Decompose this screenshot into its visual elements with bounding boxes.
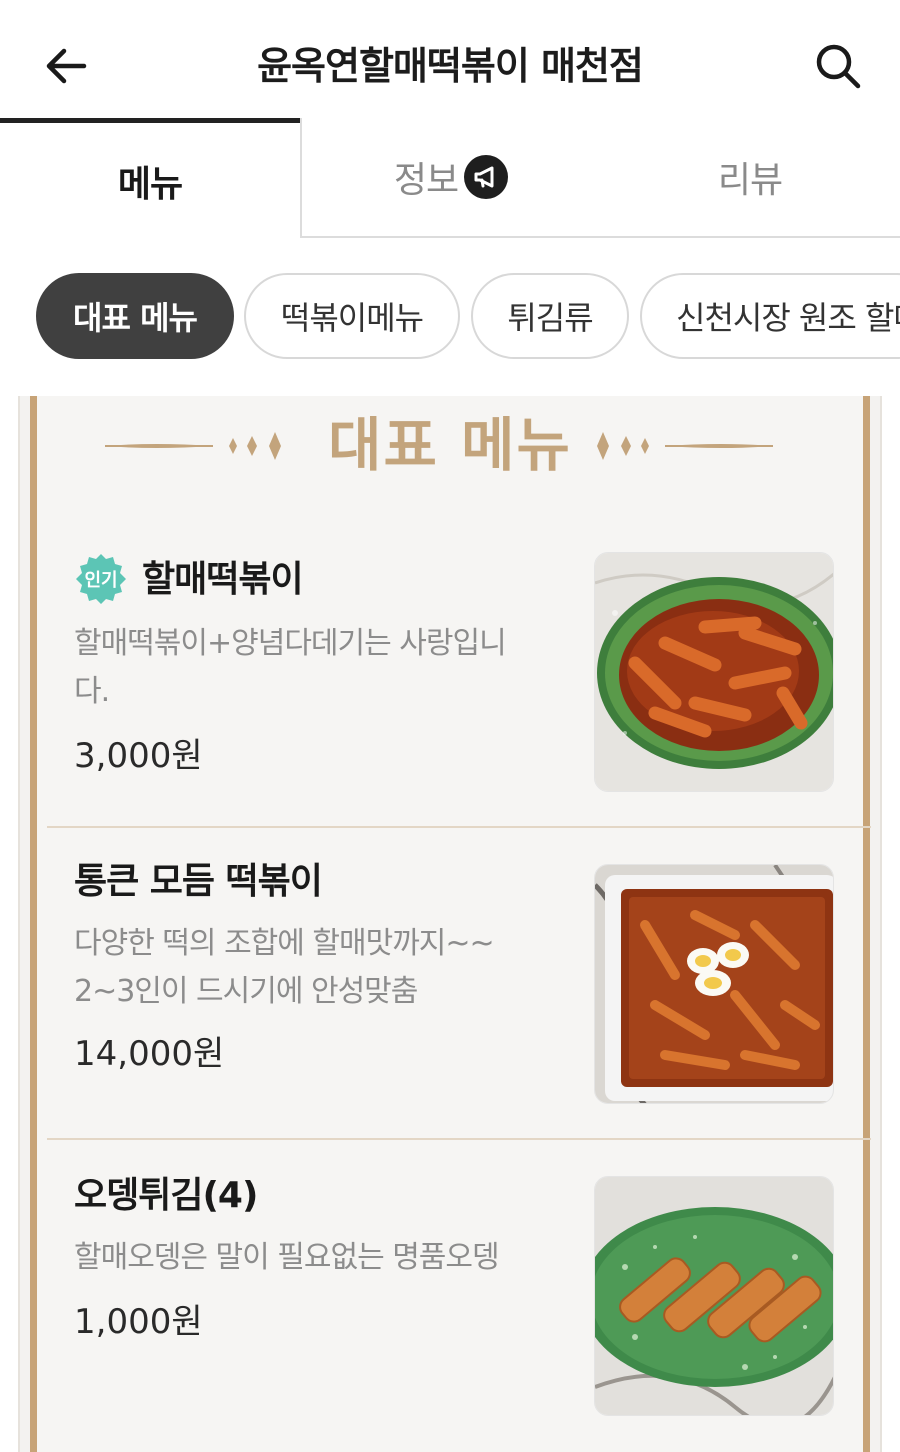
chip-label: 튀김류 — [507, 299, 593, 337]
tab-review[interactable]: 리뷰 — [600, 118, 900, 238]
page-title: 윤옥연할매떡볶이 매천점 — [257, 44, 644, 88]
section-header: 대표 메뉴 — [37, 404, 863, 484]
menu-item-halmae-tteokbokki[interactable]: 인기 할매떡볶이 할매떡볶이+양념다데기는 사랑입니 다. 3,000원 — [47, 546, 871, 826]
chip-label: 떡볶이메뉴 — [280, 299, 424, 337]
item-name: 통큰 모듬 떡볶이 — [74, 861, 323, 902]
tab-info[interactable]: 정보 — [300, 118, 600, 238]
tab-menu[interactable]: 메뉴 — [0, 118, 300, 238]
chip-tteokbokki-menu[interactable]: 떡볶이메뉴 — [244, 273, 460, 359]
item-description: 할매오뎅은 말이 필요없는 명품오뎅 — [74, 1234, 544, 1282]
menu-item-tongkeun-tteokbokki[interactable]: 통큰 모듬 떡볶이 다양한 떡의 조합에 할매맛까지~~ 2~3인이 드시기에 … — [47, 828, 871, 1138]
item-price: 14,000원 — [74, 1034, 225, 1074]
app-header: 윤옥연할매떡볶이 매천점 — [0, 0, 900, 120]
tteokbokki-tray-image — [594, 864, 834, 1104]
category-chips: 대표 메뉴 떡볶이메뉴 튀김류 신천시장 원조 할매 — [0, 270, 900, 360]
item-description-line: 2~3인이 드시기에 안성맞춤 — [74, 974, 418, 1009]
search-button[interactable] — [808, 36, 868, 96]
fried-fishcake-image — [594, 1176, 834, 1416]
megaphone-icon — [464, 155, 509, 199]
menu-board-frame: 대표 메뉴 인기 할매떡볶이 할매떡볶이+양념다데기는 사랑입니 다. 3,00… — [30, 396, 871, 1452]
back-button[interactable] — [38, 38, 94, 94]
chip-label: 대표 메뉴 — [73, 299, 198, 337]
popular-badge: 인기 — [74, 552, 128, 606]
arrow-left-icon — [46, 48, 87, 84]
chip-label: 신천시장 원조 할매 — [676, 299, 900, 337]
chip-signature-menu[interactable]: 대표 메뉴 — [36, 273, 234, 359]
item-price: 1,000원 — [74, 1302, 203, 1342]
popular-badge-label: 인기 — [84, 570, 118, 591]
tteokbokki-bowl-image — [594, 552, 834, 792]
item-description-line: 다. — [74, 674, 110, 709]
tab-menu-label: 메뉴 — [117, 163, 183, 205]
menu-item-fried-fishcake[interactable]: 오뎅튀김(4) 할매오뎅은 말이 필요없는 명품오뎅 1,000원 — [47, 1140, 871, 1450]
item-description-line: 다양한 떡의 조합에 할매맛까지~~ — [74, 926, 495, 961]
item-description-line: 할매오뎅은 말이 필요없는 명품오뎅 — [74, 1240, 500, 1275]
menu-board: 대표 메뉴 인기 할매떡볶이 할매떡볶이+양념다데기는 사랑입니 다. 3,00… — [18, 396, 882, 1452]
item-description: 할매떡볶이+양념다데기는 사랑입니 다. — [74, 620, 544, 716]
item-name: 오뎅튀김(4) — [74, 1175, 258, 1216]
ornament-right-icon — [597, 432, 773, 460]
item-name: 할매떡볶이 — [142, 559, 304, 600]
item-price: 3,000원 — [74, 736, 203, 776]
chip-sincheon-market[interactable]: 신천시장 원조 할매 — [640, 273, 900, 359]
item-description: 다양한 떡의 조합에 할매맛까지~~ 2~3인이 드시기에 안성맞춤 — [74, 920, 544, 1016]
item-description-line: 할매떡볶이+양념다데기는 사랑입니 — [74, 626, 507, 661]
search-icon — [816, 44, 861, 89]
tab-review-label: 리뷰 — [717, 160, 783, 201]
tab-info-label: 정보 — [393, 160, 459, 201]
chip-fried-menu[interactable]: 튀김류 — [471, 273, 629, 359]
tab-bar: 메뉴 정보 리뷰 — [0, 118, 900, 238]
